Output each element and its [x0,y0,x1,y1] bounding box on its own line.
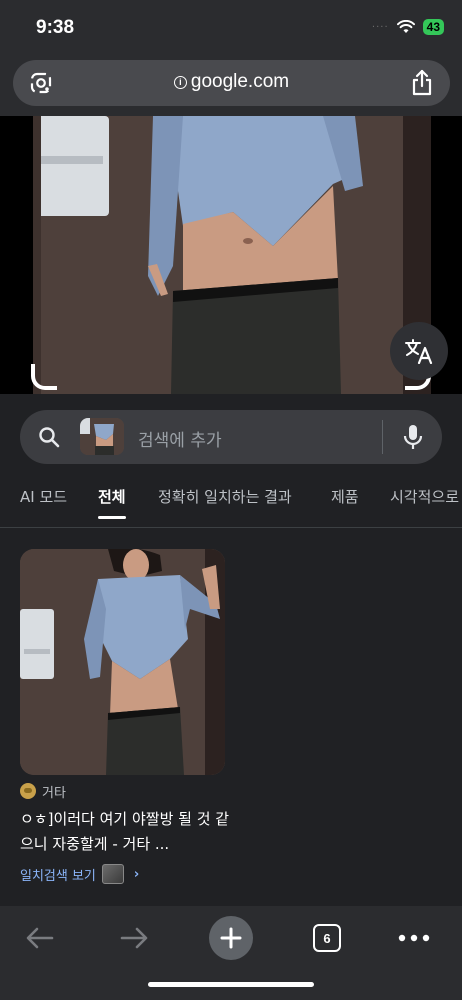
lens-query-image[interactable] [0,116,462,394]
browser-toolbar: 6 [0,906,462,1000]
tab-ai-mode[interactable]: AI 모드 [20,486,67,507]
match-thumbnail [101,864,124,884]
translate-icon [405,339,433,364]
site-favicon-icon [20,783,36,799]
wifi-icon [396,20,415,33]
chevron-right-icon: › [133,866,140,882]
forward-button[interactable] [116,916,152,960]
translate-button[interactable] [390,322,448,380]
status-bar: 9:38 ···· 43 [0,0,462,58]
query-image-thumbnail-illustration [80,418,124,455]
query-photo [33,116,431,394]
tab-products[interactable]: 제품 [331,486,359,507]
result-image-illustration [20,549,225,775]
exact-match-link[interactable]: 일치검색 보기 › [20,864,139,884]
tab-all-label: 전체 [98,488,126,506]
active-tab-indicator [98,516,126,519]
cellular-signal-icon: ···· [371,21,389,33]
exact-match-label: 일치검색 보기 [20,868,96,884]
plus-icon [220,927,242,949]
address-bar[interactable]: i google.com [13,60,450,106]
query-photo-illustration [33,116,431,394]
battery-indicator: 43 [422,19,444,35]
query-image-thumbnail[interactable] [80,418,124,455]
tab-exact-match[interactable]: 정확히 일치하는 결과 [158,486,292,507]
forward-arrow-icon [120,927,148,949]
result-image[interactable] [20,549,225,775]
status-icons: ···· 43 [372,19,444,35]
result-type-tabs: AI 모드 전체 정확히 일치하는 결과 제품 시각적으로 [0,484,462,528]
url-display[interactable]: i google.com [13,71,450,93]
home-indicator[interactable] [148,982,314,987]
tab-switcher-button[interactable]: 6 [311,916,343,960]
status-time: 9:38 [36,17,75,38]
result-title[interactable]: ㅇㅎ]이러다 여기 야짤방 될 것 같으니 자중할게 - 거타 ... [20,807,230,857]
tab-all[interactable]: 전체 [98,486,126,519]
url-text: google.com [190,71,290,92]
search-divider [382,420,383,454]
more-dots-icon [398,934,430,942]
new-tab-button[interactable] [209,916,253,960]
source-name: 거타 [42,785,66,801]
tab-count: 6 [313,924,341,952]
tab-visual[interactable]: 시각적으로 [390,486,459,507]
back-arrow-icon [26,927,54,949]
lens-search-box[interactable]: 검색에 추가 [20,410,442,464]
search-add-placeholder[interactable]: 검색에 추가 [138,426,222,451]
crop-corner-bottom-left[interactable] [31,364,57,390]
more-menu-button[interactable] [396,916,432,960]
back-button[interactable] [22,916,58,960]
site-info-icon[interactable]: i [173,76,187,89]
share-icon[interactable] [410,69,434,97]
browser-address-area: i google.com [0,58,462,116]
mic-icon[interactable] [400,423,426,451]
result-source[interactable]: 거타 [20,781,66,801]
search-icon [39,427,60,448]
